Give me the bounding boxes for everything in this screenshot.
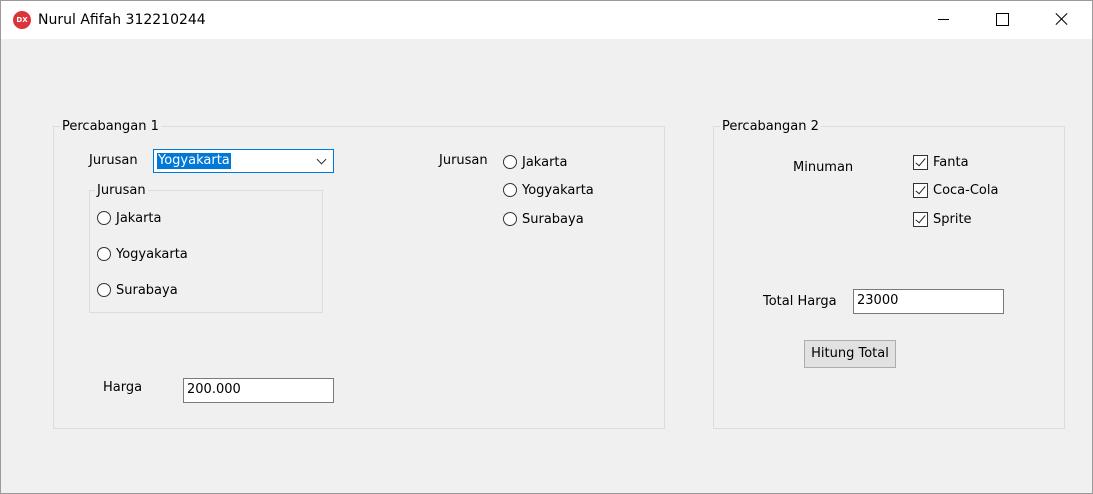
radio-label: Surabaya (116, 282, 178, 298)
checkmark-icon (913, 154, 928, 170)
total-harga-field[interactable]: 23000 (853, 289, 1004, 314)
radio-surabaya[interactable]: Surabaya (97, 281, 178, 299)
minimize-button[interactable] (914, 1, 972, 39)
radio-circle (503, 183, 517, 197)
harga-label: Harga (103, 380, 143, 395)
maximize-icon (996, 13, 1009, 26)
total-harga-label: Total Harga (763, 294, 837, 309)
chevron-down-icon[interactable] (316, 155, 328, 167)
close-icon (1054, 10, 1070, 28)
jurusan-label: Jurusan (89, 153, 138, 168)
radio-jakarta[interactable]: Jakarta (97, 209, 161, 227)
group-caption: Percabangan 2 (720, 119, 821, 134)
checkbox-label: Fanta (933, 154, 969, 170)
group-caption: Percabangan 1 (60, 119, 161, 134)
checkbox-label: Coca-Cola (933, 182, 999, 198)
radio2-surabaya[interactable]: Surabaya (503, 210, 584, 228)
radio-circle (503, 212, 517, 226)
radio-label: Jakarta (522, 154, 568, 170)
close-button[interactable] (1032, 1, 1090, 39)
group-caption: Jurusan (95, 183, 148, 198)
radio-yogyakarta[interactable]: Yogyakarta (97, 245, 188, 263)
checkmark-icon (913, 211, 928, 227)
hitung-total-button[interactable]: Hitung Total (804, 340, 896, 368)
app-icon: DX (13, 11, 31, 29)
radio-circle (97, 211, 111, 225)
app-window: DX Nurul Afifah 312210244 Percabangan 1 … (0, 0, 1093, 494)
minuman-label: Minuman (793, 160, 854, 175)
checkbox-sprite[interactable]: Sprite (913, 210, 972, 228)
group-percabangan-2: Percabangan 2 (713, 119, 1065, 429)
radio-circle (503, 155, 517, 169)
checkmark-icon (913, 182, 928, 198)
radio2-yogyakarta[interactable]: Yogyakarta (503, 181, 594, 199)
radio-circle (97, 283, 111, 297)
combo-selected-text: Yogyakarta (157, 153, 231, 169)
checkbox-coca-cola[interactable]: Coca-Cola (913, 181, 998, 199)
radio-label: Surabaya (522, 211, 584, 227)
title-bar: DX Nurul Afifah 312210244 (1, 1, 1092, 39)
checkbox-label: Sprite (933, 211, 972, 227)
minimize-icon (938, 19, 949, 20)
radio2-jakarta[interactable]: Jakarta (503, 153, 567, 171)
radio-label: Jakarta (116, 210, 162, 226)
jurusan-combobox[interactable]: Yogyakarta (153, 149, 334, 173)
checkbox-fanta[interactable]: Fanta (913, 153, 969, 171)
radio-label: Yogyakarta (522, 182, 594, 198)
harga-field[interactable]: 200.000 (183, 378, 334, 403)
jurusan-label-2: Jurusan (439, 153, 488, 168)
window-title: Nurul Afifah 312210244 (38, 12, 206, 28)
maximize-button[interactable] (972, 1, 1030, 39)
radio-circle (97, 247, 111, 261)
radio-label: Yogyakarta (116, 246, 188, 262)
